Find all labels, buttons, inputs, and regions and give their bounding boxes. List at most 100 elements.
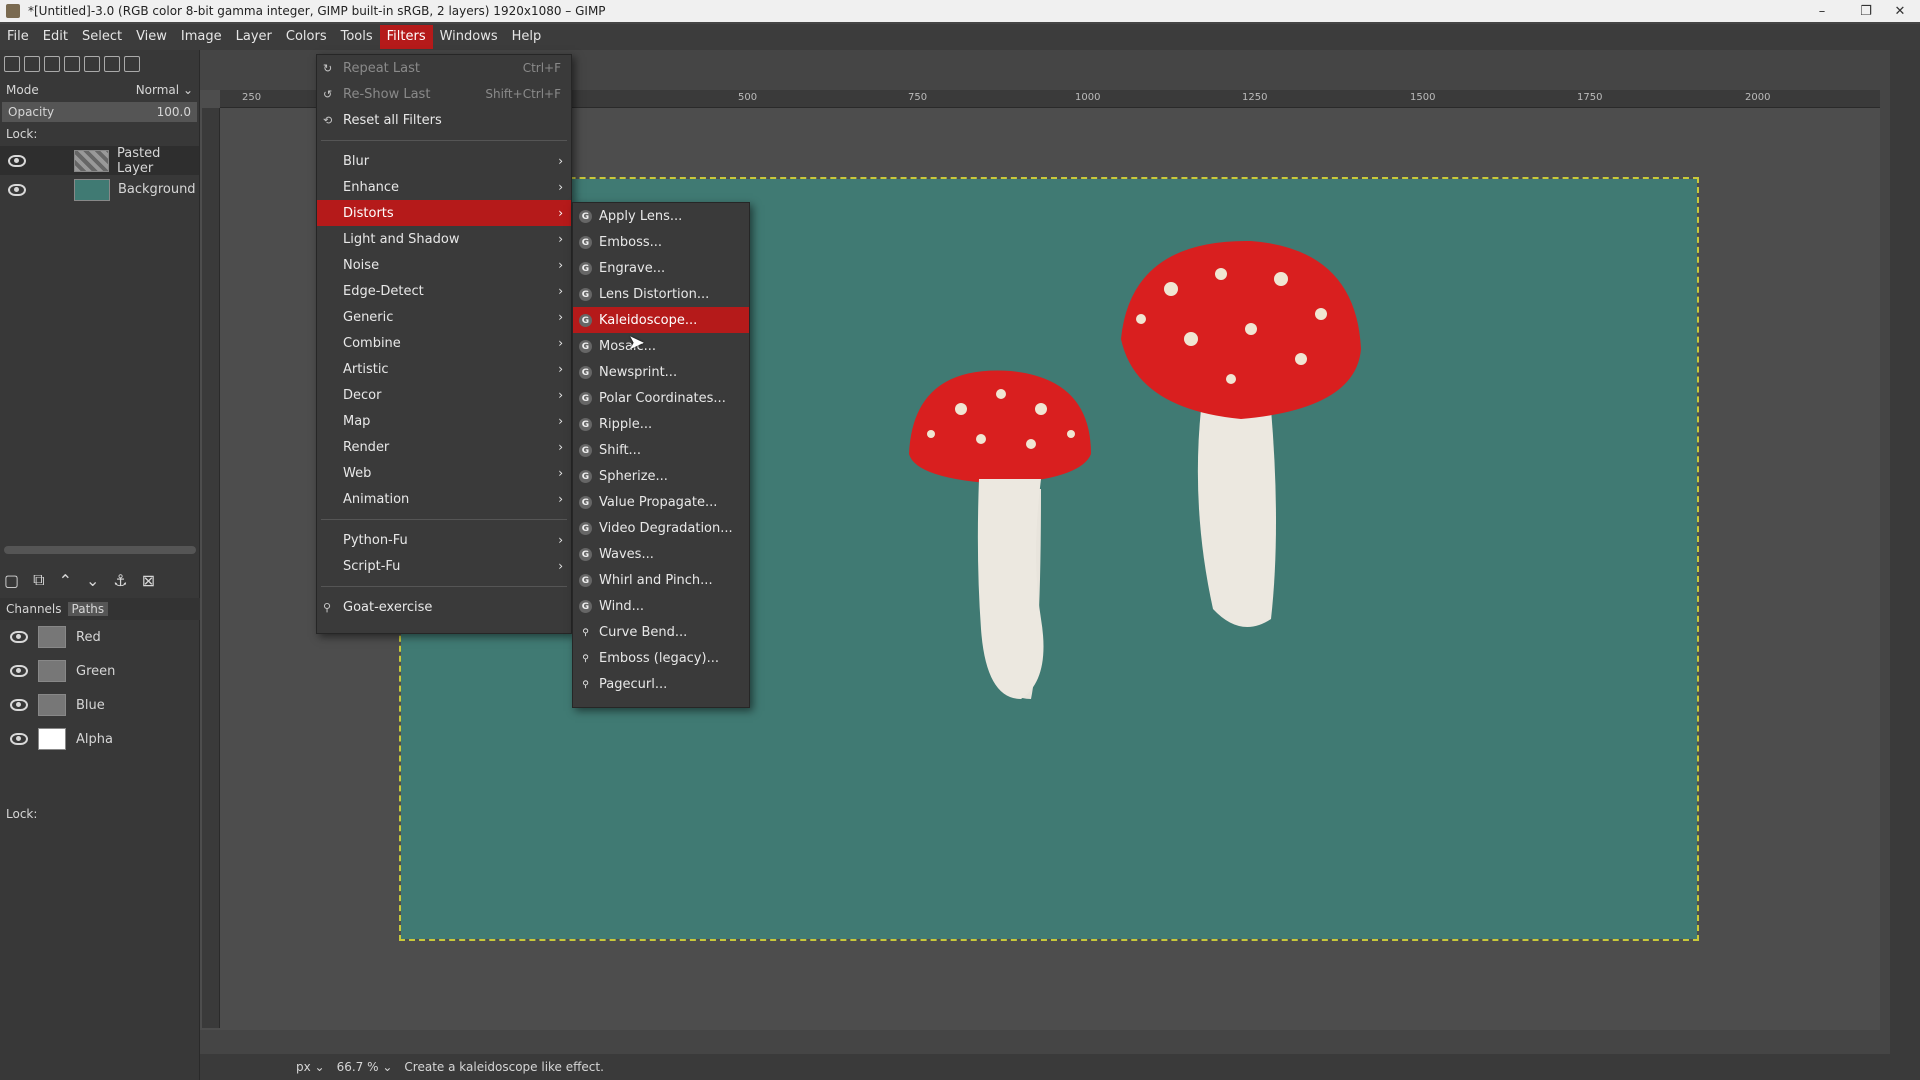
menu-wind[interactable]: G Wind... (573, 593, 749, 619)
gegl-icon: G (579, 600, 592, 613)
menu-emboss[interactable]: G Emboss... (573, 229, 749, 255)
menu-repeat-last[interactable]: ↻ Repeat Last Ctrl+F (317, 55, 571, 81)
menu-ripple[interactable]: G Ripple... (573, 411, 749, 437)
menu-filters[interactable]: Filters (379, 25, 433, 49)
layer-row[interactable]: Pasted Layer (0, 145, 199, 176)
menu-layer[interactable]: Layer (229, 25, 279, 49)
menu-engrave[interactable]: G Engrave... (573, 255, 749, 281)
menu-whirl-pinch[interactable]: G Whirl and Pinch... (573, 567, 749, 593)
menu-spherize[interactable]: G Spherize... (573, 463, 749, 489)
menu-light-shadow[interactable]: Light and Shadow › (317, 226, 571, 252)
menu-lens-distortion[interactable]: G Lens Distortion... (573, 281, 749, 307)
menu-decor[interactable]: Decor › (317, 382, 571, 408)
layer-row[interactable]: Background (0, 175, 199, 204)
menu-reset-filters[interactable]: ⟲ Reset all Filters (317, 107, 571, 133)
delete-layer-icon[interactable]: ⊠ (142, 571, 155, 590)
menu-blur[interactable]: Blur › (317, 148, 571, 174)
menu-edit[interactable]: Edit (36, 25, 75, 49)
channel-thumbnail (38, 626, 66, 648)
layer-thumbnail (74, 178, 110, 201)
shortcut: Shift+Ctrl+F (485, 87, 561, 101)
zoom-select[interactable]: 66.7 % ⌄ (337, 1060, 393, 1074)
channel-row[interactable]: Red (0, 620, 200, 654)
menu-goat-exercise[interactable]: ⚲ Goat-exercise (317, 594, 571, 620)
tool-icon[interactable] (104, 56, 120, 72)
menu-python-fu[interactable]: Python-Fu › (317, 527, 571, 553)
mode-select[interactable]: Normal ⌄ (136, 83, 193, 97)
raise-icon[interactable]: ⌃ (59, 571, 72, 590)
new-layer-icon[interactable]: ▢ (4, 571, 19, 590)
minimize-button[interactable]: – (1800, 0, 1844, 22)
menu-emboss-legacy[interactable]: ⚲ Emboss (legacy)... (573, 645, 749, 671)
menu-artistic[interactable]: Artistic › (317, 356, 571, 382)
menu-shift[interactable]: G Shift... (573, 437, 749, 463)
menu-map[interactable]: Map › (317, 408, 571, 434)
menu-video-degradation[interactable]: G Video Degradation... (573, 515, 749, 541)
plugin-icon: ⚲ (582, 627, 589, 638)
tool-icon[interactable] (4, 56, 20, 72)
unit-select[interactable]: px ⌄ (296, 1060, 325, 1074)
anchor-icon[interactable]: ⚓ (113, 571, 127, 590)
menu-tools[interactable]: Tools (334, 25, 380, 49)
visibility-eye-icon[interactable] (10, 631, 28, 643)
menu-combine[interactable]: Combine › (317, 330, 571, 356)
tool-icon[interactable] (24, 56, 40, 72)
layer-name: Pasted Layer (117, 145, 161, 176)
layers-scrollbar[interactable] (4, 546, 196, 554)
menu-apply-lens[interactable]: G Apply Lens... (573, 203, 749, 229)
visibility-eye-icon[interactable] (8, 154, 26, 167)
tab-paths[interactable]: Paths (67, 602, 109, 616)
chevron-right-icon: › (558, 440, 563, 454)
tool-icon[interactable] (84, 56, 100, 72)
distorts-submenu: G Apply Lens... G Emboss... G Engrave... GL… (572, 202, 750, 708)
menu-kaleidoscope[interactable]: G Kaleidoscope... (573, 307, 749, 333)
menu-enhance[interactable]: Enhance › (317, 174, 571, 200)
menu-view[interactable]: View (129, 25, 174, 49)
menu-edge-detect[interactable]: Edge-Detect › (317, 278, 571, 304)
channel-row[interactable]: Green (0, 654, 200, 688)
menu-render[interactable]: Render › (317, 434, 571, 460)
menu-distorts[interactable]: Distorts › (317, 200, 571, 226)
visibility-eye-icon[interactable] (10, 665, 28, 677)
menu-colors[interactable]: Colors (279, 25, 334, 49)
menu-value-propagate[interactable]: G Value Propagate... (573, 489, 749, 515)
opacity-slider[interactable]: Opacity 100.0 (2, 102, 197, 122)
channel-name: Green (76, 663, 116, 679)
tab-channels[interactable]: Channels (6, 602, 62, 616)
item-label: Light and Shadow (343, 231, 460, 247)
item-label: Value Propagate... (599, 494, 718, 510)
menu-animation[interactable]: Animation › (317, 486, 571, 512)
duplicate-icon[interactable]: ⧉ (33, 570, 44, 590)
menu-web[interactable]: Web › (317, 460, 571, 486)
tool-icon[interactable] (124, 56, 140, 72)
channel-row[interactable]: Blue (0, 688, 200, 722)
channel-row[interactable]: Alpha (0, 722, 200, 756)
menu-curve-bend[interactable]: ⚲ Curve Bend... (573, 619, 749, 645)
menu-help[interactable]: Help (505, 25, 549, 49)
menu-windows[interactable]: Windows (433, 25, 505, 49)
menu-pagecurl[interactable]: ⚲ Pagecurl... (573, 671, 749, 697)
channel-thumbnail (38, 694, 66, 716)
tool-icon[interactable] (64, 56, 80, 72)
close-button[interactable]: ✕ (1880, 0, 1920, 22)
menu-select[interactable]: Select (75, 25, 129, 49)
item-label: Map (343, 413, 371, 429)
lower-icon[interactable]: ⌄ (86, 571, 99, 590)
menu-mosaic[interactable]: G Mosaic... (573, 333, 749, 359)
menu-reshow-last[interactable]: ↺ Re-Show Last Shift+Ctrl+F (317, 81, 571, 107)
menu-file[interactable]: File (0, 25, 36, 49)
menu-newsprint[interactable]: G Newsprint... (573, 359, 749, 385)
menu-image[interactable]: Image (174, 25, 229, 49)
channels-list: Red Green Blue Alpha (0, 620, 200, 756)
item-label: Shift... (599, 442, 641, 458)
menu-script-fu[interactable]: Script-Fu › (317, 553, 571, 579)
item-label: Lens Distortion... (599, 286, 710, 302)
tool-icon[interactable] (44, 56, 60, 72)
menu-waves[interactable]: G Waves... (573, 541, 749, 567)
menu-noise[interactable]: Noise › (317, 252, 571, 278)
visibility-eye-icon[interactable] (10, 699, 28, 711)
visibility-eye-icon[interactable] (8, 183, 26, 196)
menu-polar-coordinates[interactable]: G Polar Coordinates... (573, 385, 749, 411)
menu-generic[interactable]: Generic › (317, 304, 571, 330)
visibility-eye-icon[interactable] (10, 733, 28, 745)
